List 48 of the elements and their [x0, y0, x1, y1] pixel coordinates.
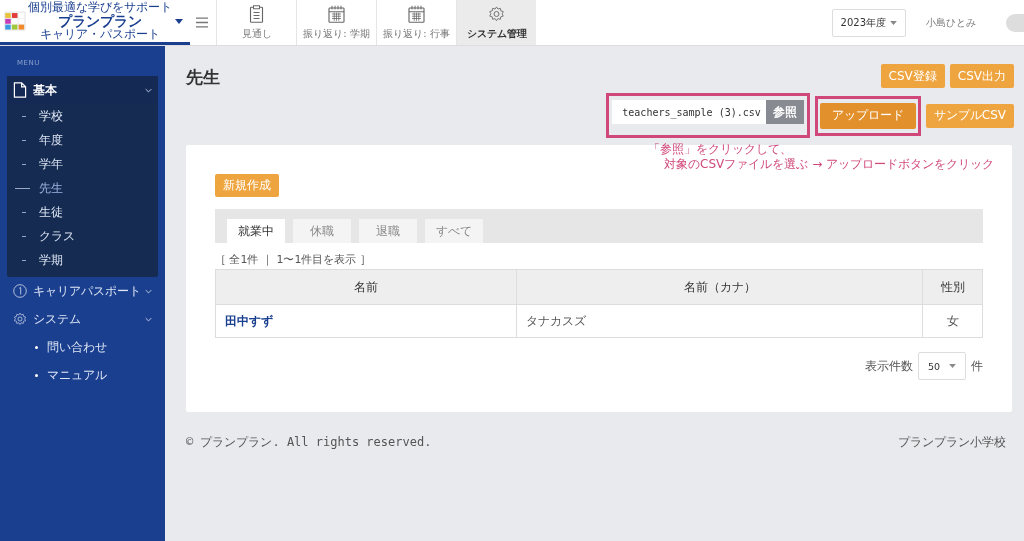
per-page-select[interactable]: 50: [918, 352, 966, 380]
table-cell: タナカスズ: [516, 304, 923, 338]
page-title: 先生: [186, 66, 220, 89]
chevron-icon: [145, 316, 152, 322]
column-header: 性別: [922, 269, 983, 305]
sidebar-item[interactable]: 問い合わせ: [7, 333, 158, 361]
calendar-icon: [328, 4, 345, 23]
per-page-unit: 件: [971, 357, 983, 375]
table-cell: 女: [922, 304, 983, 338]
logo-icon: [4, 11, 26, 31]
user-name[interactable]: 小島ひとみ: [926, 15, 976, 30]
sidebar-group[interactable]: キャリアパスポート: [7, 277, 158, 305]
brand-subtitle: キャリア・パスポート: [40, 28, 160, 41]
school-name: プランプラン小学校: [898, 434, 1006, 451]
sidebar-item[interactable]: 年度: [7, 128, 158, 152]
menu-icon[interactable]: [196, 17, 208, 28]
numbered-circle-icon: [13, 283, 27, 299]
name-link[interactable]: 田中すず: [215, 304, 517, 338]
result-summary: ［ 全1件 ｜ 1〜1件目を表示 ］: [215, 252, 371, 267]
sidebar-item[interactable]: 学期: [7, 248, 158, 272]
per-page-label: 表示件数: [865, 357, 913, 375]
caret-icon: [890, 20, 897, 25]
nav-tab[interactable]: システム管理: [456, 0, 536, 45]
brand-name: プランプラン: [58, 13, 142, 29]
clipboard-icon: [248, 4, 265, 23]
annotation-text: 「参照」をクリックして、 対象のCSVファイルを選ぶ → アップロードボタンをクリック: [648, 142, 994, 172]
caret-icon[interactable]: [175, 18, 183, 24]
year-select[interactable]: 2023年度: [831, 8, 906, 37]
chevron-icon: [145, 288, 152, 294]
column-header: 名前: [215, 269, 517, 305]
caret-icon: [949, 364, 956, 368]
settings-icon: [488, 4, 505, 23]
sidebar-item[interactable]: クラス: [7, 224, 158, 248]
brand-tagline: 個別最適な学びをサポート: [28, 1, 172, 14]
sidebar-item[interactable]: マニュアル: [7, 361, 158, 389]
filter-tab[interactable]: 就業中: [227, 219, 285, 243]
sidebar-group[interactable]: システム: [7, 305, 158, 333]
settings-icon: [13, 311, 27, 327]
column-header: 名前（カナ）: [516, 269, 923, 305]
sidebar-item[interactable]: 学校: [7, 104, 158, 128]
sidebar-item[interactable]: 学年: [7, 152, 158, 176]
sidebar-item[interactable]: 生徒: [7, 200, 158, 224]
calendar-icon: [408, 4, 425, 23]
file-field[interactable]: teachers_sample (3).csv: [612, 100, 766, 124]
document-icon: [13, 82, 27, 98]
sidebar-item[interactable]: 先生: [7, 176, 158, 200]
chevron-icon: [145, 87, 152, 93]
copyright-text: © プランプラン. All rights reserved.: [186, 434, 432, 451]
